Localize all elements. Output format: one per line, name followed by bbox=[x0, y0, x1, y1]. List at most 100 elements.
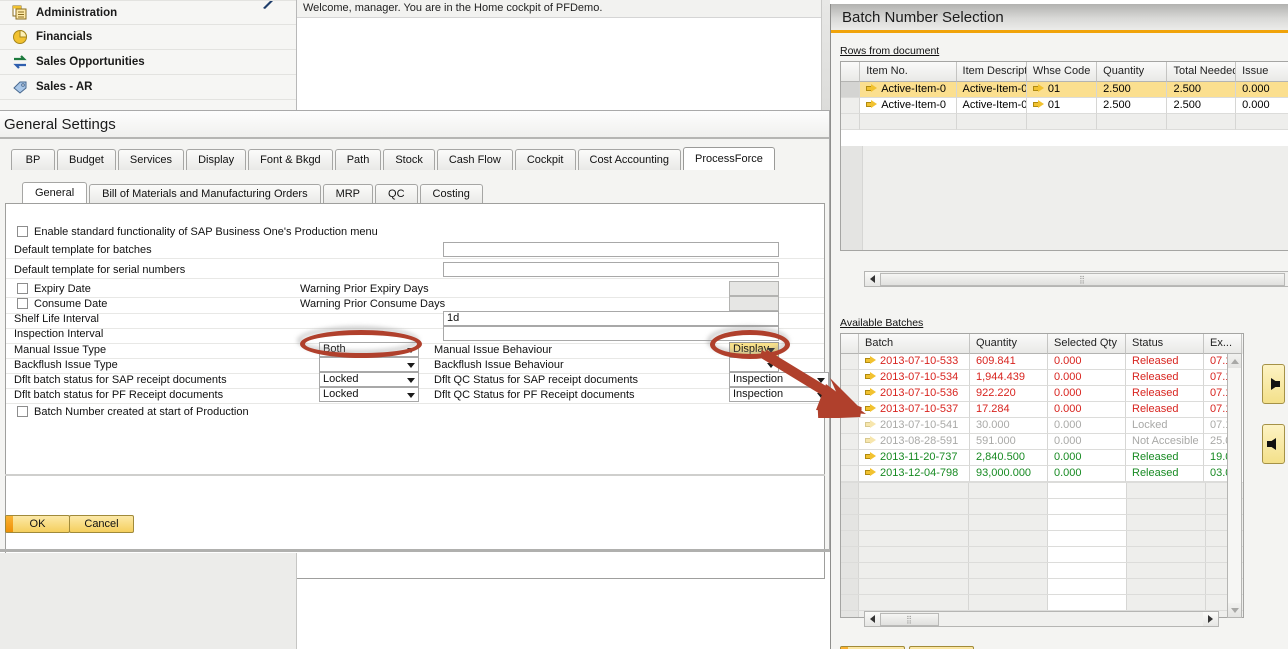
batch-number-start-checkbox[interactable] bbox=[17, 406, 28, 417]
table-row[interactable]: 2013-07-10-536 922.220 0.000 Released 07… bbox=[841, 386, 1243, 402]
shelf-life-interval-input[interactable]: 1d bbox=[443, 311, 779, 326]
table-row[interactable]: 2013-07-10-537 17.284 0.000 Released 07.… bbox=[841, 402, 1243, 418]
link-arrow-icon[interactable] bbox=[865, 420, 876, 429]
manual-issue-behaviour-select[interactable]: Display bbox=[729, 342, 779, 357]
column-item-no[interactable]: Item No. bbox=[860, 62, 956, 82]
column-batch[interactable]: Batch bbox=[859, 334, 970, 354]
tab-path[interactable]: Path bbox=[335, 149, 382, 170]
scroll-right-button[interactable] bbox=[1203, 612, 1218, 626]
column-selected-qty[interactable]: Selected Qty bbox=[1048, 334, 1126, 354]
column-batch-quantity[interactable]: Quantity bbox=[970, 334, 1048, 354]
warning-prior-expiry-input[interactable] bbox=[729, 281, 779, 296]
link-arrow-icon[interactable] bbox=[865, 436, 876, 445]
link-arrow-icon[interactable] bbox=[1033, 84, 1044, 93]
cell-selected-qty[interactable]: 0.000 bbox=[1048, 450, 1126, 466]
tab-processforce[interactable]: ProcessForce bbox=[683, 147, 775, 170]
tab-qc[interactable]: QC bbox=[375, 184, 418, 203]
tab-display[interactable]: Display bbox=[186, 149, 246, 170]
tab-bom-mo[interactable]: Bill of Materials and Manufacturing Orde… bbox=[89, 184, 320, 203]
link-arrow-icon[interactable] bbox=[865, 404, 876, 413]
general-settings-ok-button[interactable]: OK bbox=[5, 515, 70, 533]
link-arrow-icon[interactable] bbox=[865, 372, 876, 381]
scroll-left-button[interactable] bbox=[865, 272, 880, 286]
tab-cockpit[interactable]: Cockpit bbox=[515, 149, 576, 170]
cell-selected-qty[interactable]: 0.000 bbox=[1048, 402, 1126, 418]
table-row[interactable]: 2013-08-28-591 591.000 0.000 Not Accesib… bbox=[841, 434, 1243, 450]
tab-mrp[interactable]: MRP bbox=[323, 184, 373, 203]
backflush-issue-behaviour-select[interactable] bbox=[729, 357, 779, 372]
link-arrow-icon[interactable] bbox=[865, 452, 876, 461]
default-template-serials-input[interactable] bbox=[443, 262, 779, 277]
column-quantity[interactable]: Quantity bbox=[1097, 62, 1167, 82]
table-row[interactable]: 2013-07-10-541 30.000 0.000 Locked 07.12… bbox=[841, 418, 1243, 434]
cell-selected-qty[interactable]: 0.000 bbox=[1048, 434, 1126, 450]
row-handle[interactable] bbox=[841, 402, 859, 418]
table-row[interactable]: Active-Item-0 Active-Item-04 01 2.500 2.… bbox=[841, 98, 1288, 114]
table-row[interactable]: Active-Item-0 Active-Item-03 01 2.500 2.… bbox=[841, 82, 1288, 98]
row-handle[interactable] bbox=[841, 450, 859, 466]
dflt-batch-sap-select[interactable]: Locked bbox=[319, 372, 419, 387]
rows-grid-hscrollbar[interactable]: ⣿ bbox=[864, 271, 1288, 287]
dflt-qc-sap-select[interactable]: Inspection bbox=[729, 372, 829, 387]
table-row[interactable]: 2013-11-20-737 2,840.500 0.000 Released … bbox=[841, 450, 1243, 466]
menu-item-financials[interactable]: Financials bbox=[0, 25, 296, 50]
scroll-up-button[interactable] bbox=[1228, 354, 1241, 368]
welcome-scrollbar[interactable] bbox=[821, 0, 830, 112]
menu-item-administration[interactable]: Administration bbox=[0, 0, 296, 25]
column-issue[interactable]: Issue bbox=[1236, 62, 1288, 82]
row-handle[interactable] bbox=[841, 386, 859, 402]
hscroll-thumb[interactable]: ⣿ bbox=[880, 613, 939, 626]
link-arrow-icon[interactable] bbox=[865, 356, 876, 365]
cell-selected-qty[interactable]: 0.000 bbox=[1048, 386, 1126, 402]
link-arrow-icon[interactable] bbox=[865, 468, 876, 477]
cell-selected-qty[interactable]: 0.000 bbox=[1048, 466, 1126, 482]
warning-prior-consume-input[interactable] bbox=[729, 296, 779, 311]
tab-bp[interactable]: BP bbox=[11, 149, 55, 170]
column-item-description[interactable]: Item Description bbox=[957, 62, 1027, 82]
tab-font-bkgd[interactable]: Font & Bkgd bbox=[248, 149, 333, 170]
tab-stock[interactable]: Stock bbox=[383, 149, 435, 170]
collapse-arrow-icon[interactable] bbox=[262, 0, 282, 12]
tab-costing[interactable]: Costing bbox=[420, 184, 483, 203]
tab-general[interactable]: General bbox=[22, 182, 87, 203]
cell-selected-qty[interactable]: 0.000 bbox=[1048, 354, 1126, 370]
link-arrow-icon[interactable] bbox=[1033, 100, 1044, 109]
available-batches-grid[interactable]: Batch Quantity Selected Qty Status Ex...… bbox=[840, 333, 1244, 618]
tab-services[interactable]: Services bbox=[118, 149, 184, 170]
row-handle[interactable] bbox=[841, 434, 859, 450]
menu-item-sales-ar[interactable]: Sales - AR bbox=[0, 75, 296, 100]
row-handle[interactable] bbox=[841, 82, 860, 98]
general-settings-cancel-button[interactable]: Cancel bbox=[69, 515, 134, 533]
table-row[interactable]: 2013-12-04-798 93,000.000 0.000 Released… bbox=[841, 466, 1243, 482]
cell-selected-qty[interactable]: 0.000 bbox=[1048, 418, 1126, 434]
link-arrow-icon[interactable] bbox=[866, 100, 877, 109]
cell-selected-qty[interactable]: 0.000 bbox=[1048, 370, 1126, 386]
inspection-interval-input[interactable] bbox=[443, 326, 779, 341]
row-handle[interactable] bbox=[841, 354, 859, 370]
enable-standard-checkbox[interactable] bbox=[17, 226, 28, 237]
default-template-batches-input[interactable] bbox=[443, 242, 779, 257]
remove-batch-button[interactable] bbox=[1262, 424, 1285, 464]
column-expiry[interactable]: Ex... bbox=[1204, 334, 1242, 354]
tab-cash-flow[interactable]: Cash Flow bbox=[437, 149, 513, 170]
link-arrow-icon[interactable] bbox=[865, 388, 876, 397]
rows-from-document-grid[interactable]: Item No. Item Description Whse Code Quan… bbox=[840, 61, 1288, 251]
table-row[interactable]: 2013-07-10-533 609.841 0.000 Released 07… bbox=[841, 354, 1243, 370]
tab-cost-accounting[interactable]: Cost Accounting bbox=[578, 149, 682, 170]
consume-date-checkbox[interactable] bbox=[17, 298, 28, 309]
scroll-down-button[interactable] bbox=[1228, 603, 1241, 617]
column-whse-code[interactable]: Whse Code bbox=[1027, 62, 1097, 82]
column-status[interactable]: Status bbox=[1126, 334, 1204, 354]
tab-budget[interactable]: Budget bbox=[57, 149, 116, 170]
row-handle[interactable] bbox=[841, 418, 859, 434]
hscroll-thumb[interactable]: ⣿ bbox=[880, 273, 1285, 286]
row-handle[interactable] bbox=[841, 98, 860, 114]
menu-item-sales-opportunities[interactable]: Sales Opportunities bbox=[0, 50, 296, 75]
backflush-issue-type-select[interactable] bbox=[319, 357, 419, 372]
dflt-qc-pf-select[interactable]: Inspection bbox=[729, 387, 829, 402]
column-total-needed[interactable]: Total Needed bbox=[1167, 62, 1236, 82]
batches-hscrollbar[interactable]: ⣿ bbox=[864, 611, 1219, 627]
row-handle[interactable] bbox=[841, 370, 859, 386]
manual-issue-type-select[interactable]: Both bbox=[319, 342, 419, 357]
table-row[interactable]: 2013-07-10-534 1,944.439 0.000 Released … bbox=[841, 370, 1243, 386]
